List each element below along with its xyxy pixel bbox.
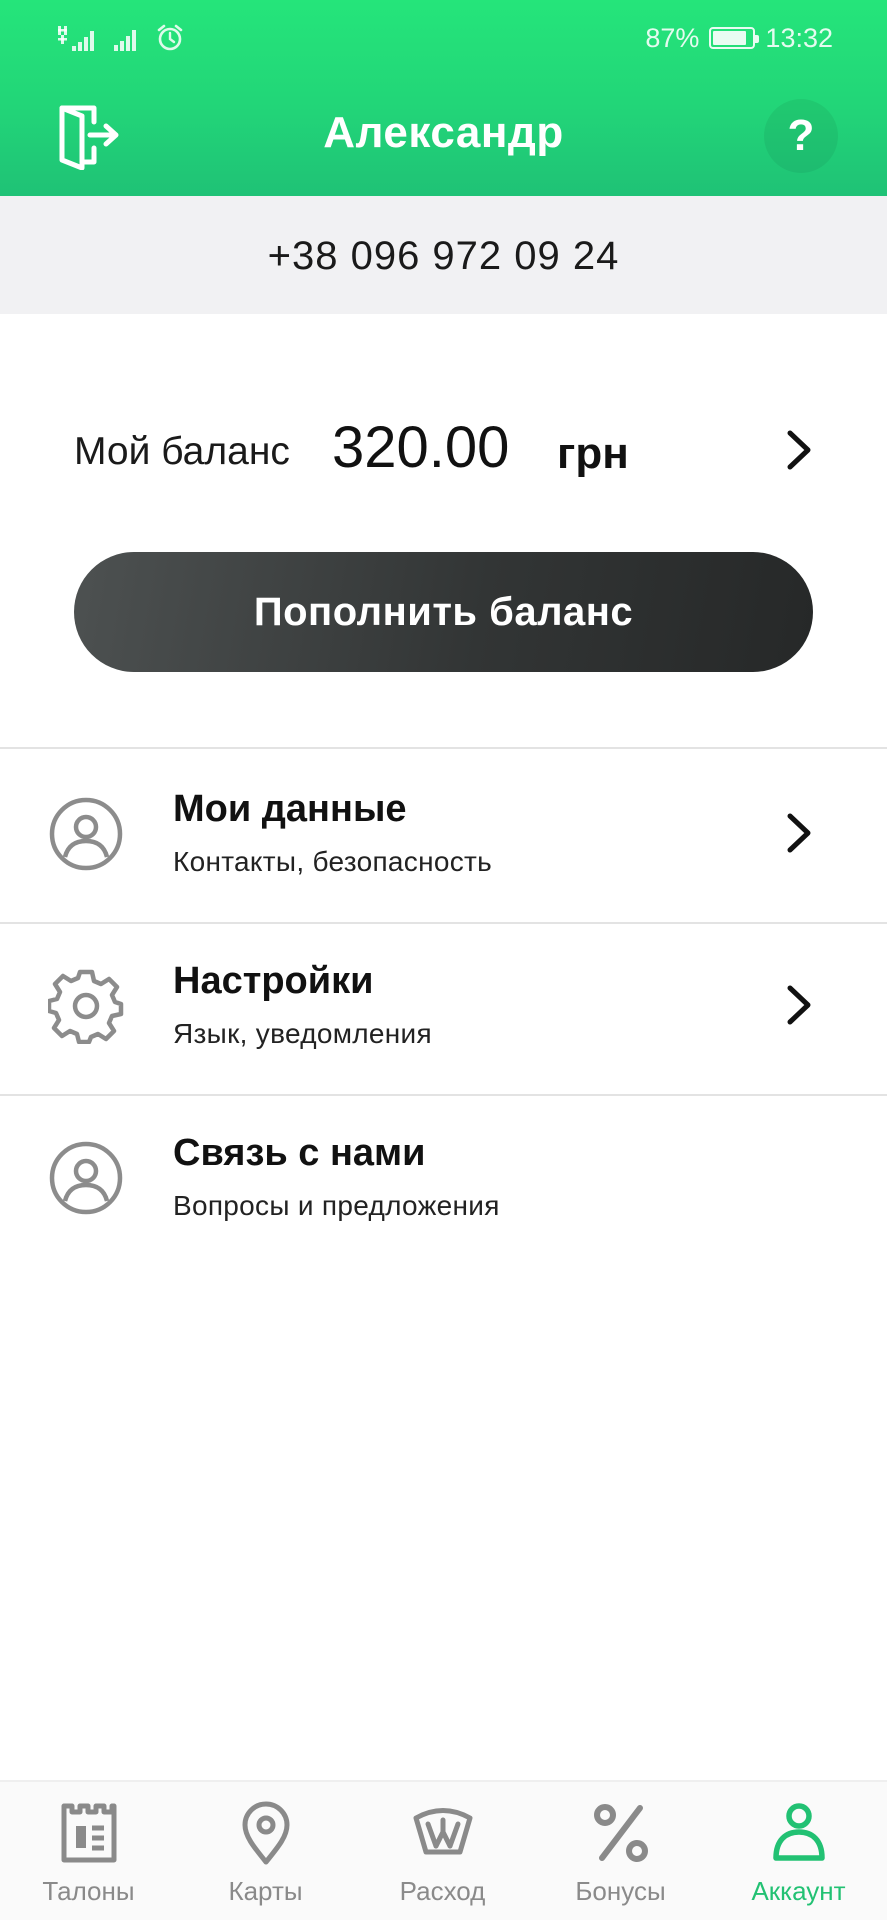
nav-label: Талоны [42, 1876, 135, 1906]
clock: 13:32 [765, 22, 833, 53]
topup-balance-button[interactable]: Пополнить баланс [74, 552, 813, 672]
menu-item-subtitle: Язык, уведомления [173, 1018, 432, 1049]
nav-label: Расход [399, 1876, 486, 1906]
menu-item-settings[interactable]: Настройки Язык, уведомления [0, 922, 887, 1092]
nav-item-tickets[interactable]: Талоны [0, 1782, 177, 1920]
balance-label: Мой баланс [74, 430, 290, 473]
gauge-icon [413, 1808, 473, 1855]
battery-level-fill [713, 31, 746, 45]
battery-nub [755, 35, 760, 43]
nav-item-maps[interactable]: Карты [177, 1782, 354, 1920]
signal-icon [114, 30, 136, 51]
gear-icon [48, 969, 124, 1044]
nav-item-bonuses[interactable]: Бонусы [532, 1782, 709, 1920]
status-icons-left [58, 22, 184, 54]
ticket-icon [61, 1803, 117, 1863]
menu-item-subtitle: Вопросы и предложения [173, 1190, 500, 1221]
menu-item-subtitle: Контакты, безопасность [173, 846, 493, 877]
nav-item-account[interactable]: Аккаунт [710, 1782, 887, 1920]
menu-item-title: Настройки [173, 960, 374, 1002]
nav-item-consumption[interactable]: Расход [354, 1782, 531, 1920]
battery-icon [709, 27, 760, 49]
phone-number: +38 096 972 09 24 [267, 234, 620, 278]
chevron-right-icon [787, 430, 811, 470]
signal-hplus-icon [58, 26, 94, 51]
status-icons-right: 87% 13:32 [645, 20, 833, 56]
alarm-icon [157, 24, 183, 51]
menu-item-contact-us[interactable]: Связь с нами Вопросы и предложения [0, 1094, 887, 1264]
nav-label: Бонусы [575, 1876, 666, 1906]
divider [0, 747, 887, 749]
balance-currency: грн [557, 429, 629, 478]
battery-percent: 87% [645, 22, 700, 53]
percent-icon [594, 1804, 648, 1862]
status-bar: 87% 13:32 [0, 0, 887, 76]
help-button[interactable]: ? [764, 99, 838, 173]
user-circle-icon [49, 797, 123, 871]
nav-label: Аккаунт [751, 1876, 846, 1906]
balance-row[interactable]: Мой баланс 320.00 грн [0, 400, 887, 500]
map-pin-icon [242, 1801, 290, 1865]
menu-item-title: Мои данные [173, 788, 407, 830]
chevron-right-icon [787, 813, 811, 853]
account-icon [773, 1803, 825, 1861]
page-title: Александр [323, 108, 564, 157]
balance-value: 320.00 [332, 415, 510, 480]
chevron-right-icon [787, 985, 811, 1025]
menu-item-title: Связь с нами [173, 1132, 426, 1174]
menu-item-my-data[interactable]: Мои данные Контакты, безопасность [0, 750, 887, 920]
nav-label: Карты [228, 1876, 303, 1906]
user-circle-icon [49, 1141, 123, 1215]
app-header: 87% 13:32 Александр ? [0, 0, 887, 196]
bottom-navigation: Талоны Карты Расход Бонусы Аккаунт [0, 1780, 887, 1920]
